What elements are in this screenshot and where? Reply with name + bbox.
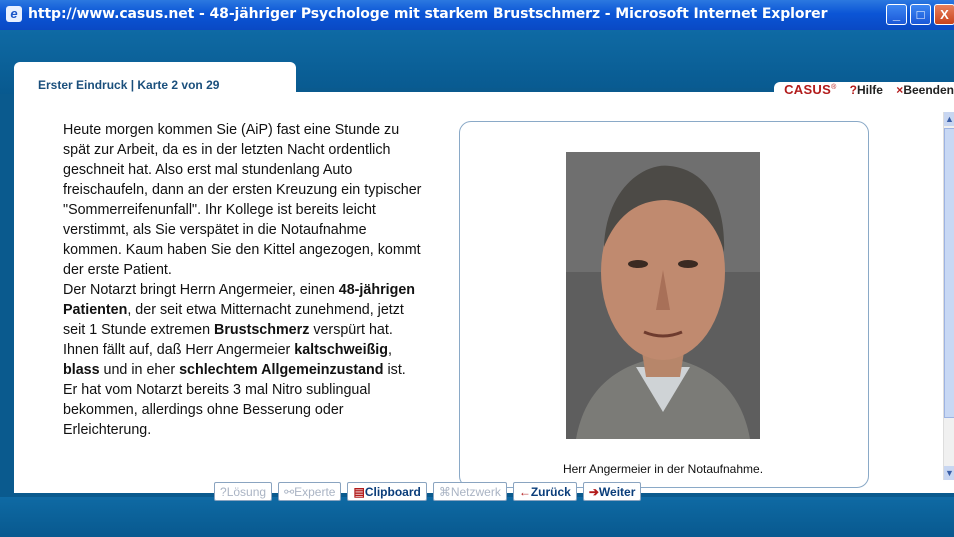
- scroll-down-icon[interactable]: ▼: [944, 466, 954, 480]
- image-caption: Herr Angermeier in der Notaufnahme.: [562, 462, 764, 476]
- help-label: Hilfe: [856, 83, 883, 97]
- case-paragraph-2: Der Notarzt bringt Herrn Angermeier, ein…: [63, 280, 423, 440]
- top-toolbar: CASUS® ?Hilfe ×Beenden: [774, 82, 954, 102]
- text-run: Der Notarzt bringt Herrn Angermeier, ein…: [63, 282, 339, 298]
- link-icon: ⚯: [284, 485, 295, 499]
- loesung-button[interactable]: ?Lösung: [214, 482, 273, 501]
- case-description: Heute morgen kommen Sie (AiP) fast eine …: [63, 120, 423, 440]
- navigation-buttons: ?Lösung ⚯Experte ▤Clipboard ⌘Netzwerk ←Z…: [214, 482, 642, 502]
- patient-photo: [566, 152, 760, 439]
- exit-link[interactable]: ×Beenden: [896, 83, 954, 97]
- window-title: http://www.casus.net - 48-jähriger Psych…: [28, 6, 828, 22]
- netzwerk-button[interactable]: ⌘Netzwerk: [432, 482, 507, 501]
- scroll-up-icon[interactable]: ▲: [944, 112, 954, 126]
- text-emphasis: Brustschmerz: [214, 322, 310, 338]
- arrow-left-icon: ←: [518, 485, 531, 499]
- help-icon: ?: [849, 83, 857, 97]
- next-label: Weiter: [598, 485, 636, 499]
- question-icon: ?: [220, 485, 227, 499]
- clipboard-button[interactable]: ▤Clipboard: [347, 482, 427, 501]
- scroll-thumb[interactable]: [944, 128, 954, 418]
- text-emphasis: schlechtem Allgemeinzustand: [179, 362, 384, 378]
- trademark-mark: ®: [831, 84, 837, 91]
- experte-button[interactable]: ⚯Experte: [278, 482, 342, 501]
- text-emphasis: kaltschweißig: [294, 342, 389, 358]
- experte-label: Experte: [294, 485, 336, 499]
- title-bar: e http://www.casus.net - 48-jähriger Psy…: [0, 0, 954, 30]
- help-link[interactable]: ?Hilfe: [850, 83, 883, 97]
- case-paragraph-1: Heute morgen kommen Sie (AiP) fast eine …: [63, 122, 422, 278]
- clipboard-icon: ▤: [353, 485, 365, 499]
- internet-explorer-icon: e: [6, 6, 22, 22]
- netzwerk-label: Netzwerk: [450, 485, 501, 499]
- minimize-button[interactable]: _: [886, 4, 907, 25]
- next-button[interactable]: ➔Weiter: [582, 482, 642, 501]
- exit-label: Beenden: [903, 83, 954, 97]
- text-run: ,: [388, 342, 392, 358]
- close-button[interactable]: X: [934, 4, 954, 25]
- maximize-button[interactable]: □: [910, 4, 931, 25]
- casus-logo: CASUS: [784, 82, 832, 97]
- arrow-right-icon: ➔: [588, 485, 599, 499]
- vertical-scrollbar[interactable]: ▲ ▼: [943, 112, 954, 480]
- back-label: Zurück: [530, 485, 571, 499]
- card-tab: Erster Eindruck | Karte 2 von 29: [14, 62, 296, 102]
- footer-bar: [0, 497, 954, 537]
- text-run: und in eher: [99, 362, 180, 378]
- back-button[interactable]: ←Zurück: [512, 482, 577, 501]
- card-tab-label: Erster Eindruck | Karte 2 von 29: [38, 78, 220, 92]
- text-emphasis: blass: [63, 362, 100, 378]
- network-icon: ⌘: [438, 485, 451, 499]
- clipboard-label: Clipboard: [364, 485, 421, 499]
- loesung-label: Lösung: [226, 485, 267, 499]
